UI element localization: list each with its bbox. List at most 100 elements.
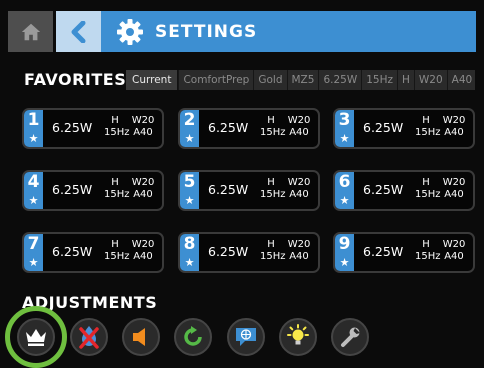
favorite-mode-stack: H 15Hz	[104, 239, 130, 263]
favorite-amplitude: A40	[289, 127, 309, 138]
star-icon: ★	[184, 132, 195, 145]
favorite-mode-stack: H 15Hz	[415, 177, 441, 201]
tab-a40[interactable]: A40	[446, 70, 475, 90]
favorite-frequency: 15Hz	[104, 127, 130, 138]
favorite-number-badge: 5 ★	[180, 172, 199, 209]
favorite-card-9[interactable]: 9 ★ 6.25W H 15Hz W20 A40	[333, 232, 475, 273]
favorite-settings-stack: W20 A40	[286, 115, 312, 139]
favorites-tab-bar[interactable]: Current ComfortPrep Gold MZ5 6.25W 15Hz …	[126, 70, 475, 90]
tab-frequency[interactable]: 15Hz	[361, 70, 397, 90]
favorite-frequency: 15Hz	[415, 127, 441, 138]
favorite-number-badge: 4 ★	[24, 172, 43, 209]
favorite-mode: H	[267, 115, 275, 126]
favorite-settings-stack: W20 A40	[130, 239, 156, 263]
favorite-mode-stack: H 15Hz	[104, 115, 130, 139]
favorite-card-8[interactable]: 8 ★ 6.25W H 15Hz W20 A40	[178, 232, 320, 273]
home-icon	[21, 23, 40, 40]
favorite-width: W20	[442, 239, 466, 250]
home-button[interactable]	[8, 11, 53, 52]
favorite-width: W20	[442, 115, 466, 126]
favorite-number-badge: 9 ★	[335, 234, 354, 271]
favorite-settings-stack: W20 A40	[130, 115, 156, 139]
selection-highlight-ring	[5, 306, 67, 368]
tab-current[interactable]: Current	[126, 70, 179, 90]
tab-comfortprep[interactable]: ComfortPrep	[178, 70, 253, 90]
favorite-amplitude: A40	[444, 189, 464, 200]
favorite-card-3[interactable]: 3 ★ 6.25W H 15Hz W20 A40	[333, 108, 475, 149]
favorite-card-2[interactable]: 2 ★ 6.25W H 15Hz W20 A40	[178, 108, 320, 149]
favorite-mode: H	[422, 115, 430, 126]
favorite-number: 8	[183, 234, 196, 254]
favorite-power: 6.25W	[52, 182, 93, 197]
star-icon: ★	[184, 194, 195, 207]
favorite-settings-stack: W20 A40	[130, 177, 156, 201]
favorite-mode-stack: H 15Hz	[260, 115, 286, 139]
brightness-icon	[287, 324, 309, 345]
speaker-icon	[133, 328, 145, 346]
favorite-power: 6.25W	[52, 120, 93, 135]
star-icon: ★	[184, 256, 195, 269]
favorite-mode-stack: H 15Hz	[415, 239, 441, 263]
favorite-mode: H	[111, 177, 119, 188]
language-icon	[236, 328, 256, 346]
tab-gold[interactable]: Gold	[253, 70, 286, 90]
tab-w20[interactable]: W20	[413, 70, 447, 90]
favorite-width: W20	[287, 239, 311, 250]
tab-mz5[interactable]: MZ5	[286, 70, 319, 90]
favorite-frequency: 15Hz	[415, 189, 441, 200]
favorite-card-1[interactable]: 1 ★ 6.25W H 15Hz W20 A40	[22, 108, 164, 149]
wrench-icon	[341, 327, 360, 347]
favorite-frequency: 15Hz	[104, 189, 130, 200]
favorite-mode: H	[267, 239, 275, 250]
favorite-amplitude: A40	[133, 251, 153, 262]
favorite-frequency: 15Hz	[104, 251, 130, 262]
favorite-number-badge: 6 ★	[335, 172, 354, 209]
title-bar: SETTINGS	[101, 11, 476, 52]
back-button[interactable]	[56, 11, 101, 52]
favorite-power: 6.25W	[208, 182, 249, 197]
favorite-settings-stack: W20 A40	[441, 239, 467, 263]
favorite-number: 4	[27, 172, 40, 192]
favorite-mode-stack: H 15Hz	[260, 239, 286, 263]
wrench-button[interactable]	[331, 318, 369, 356]
favorite-mode: H	[111, 239, 119, 250]
favorite-mode: H	[422, 177, 430, 188]
favorite-number-badge: 7 ★	[24, 234, 43, 271]
favorite-width: W20	[131, 239, 155, 250]
water-off-button[interactable]	[70, 318, 108, 356]
favorite-number: 9	[338, 234, 351, 254]
favorite-mode: H	[111, 115, 119, 126]
favorite-settings-stack: W20 A40	[441, 115, 467, 139]
favorite-power: 6.25W	[52, 244, 93, 259]
star-icon: ★	[339, 194, 350, 207]
favorite-amplitude: A40	[444, 251, 464, 262]
favorite-settings-stack: W20 A40	[286, 177, 312, 201]
favorite-card-5[interactable]: 5 ★ 6.25W H 15Hz W20 A40	[178, 170, 320, 211]
brightness-button[interactable]	[279, 318, 317, 356]
favorite-frequency: 15Hz	[260, 189, 286, 200]
favorite-amplitude: A40	[289, 189, 309, 200]
favorite-number-badge: 2 ★	[180, 110, 199, 147]
gear-icon	[115, 17, 145, 47]
favorite-card-4[interactable]: 4 ★ 6.25W H 15Hz W20 A40	[22, 170, 164, 211]
favorite-width: W20	[131, 177, 155, 188]
refresh-button[interactable]	[174, 318, 212, 356]
favorite-width: W20	[287, 177, 311, 188]
favorite-amplitude: A40	[289, 251, 309, 262]
tab-h[interactable]: H	[396, 70, 414, 90]
favorite-number: 6	[338, 172, 351, 192]
favorites-heading: FAVORITES	[24, 70, 127, 89]
favorite-card-6[interactable]: 6 ★ 6.25W H 15Hz W20 A40	[333, 170, 475, 211]
favorite-mode-stack: H 15Hz	[415, 115, 441, 139]
favorite-frequency: 15Hz	[260, 127, 286, 138]
language-button[interactable]	[227, 318, 265, 356]
favorite-number-badge: 8 ★	[180, 234, 199, 271]
favorite-power: 6.25W	[363, 120, 404, 135]
favorite-amplitude: A40	[133, 127, 153, 138]
favorite-power: 6.25W	[208, 244, 249, 259]
speaker-button[interactable]	[122, 318, 160, 356]
tab-power[interactable]: 6.25W	[318, 70, 361, 90]
favorite-card-7[interactable]: 7 ★ 6.25W H 15Hz W20 A40	[22, 232, 164, 273]
favorite-frequency: 15Hz	[415, 251, 441, 262]
favorite-number: 7	[27, 234, 40, 254]
